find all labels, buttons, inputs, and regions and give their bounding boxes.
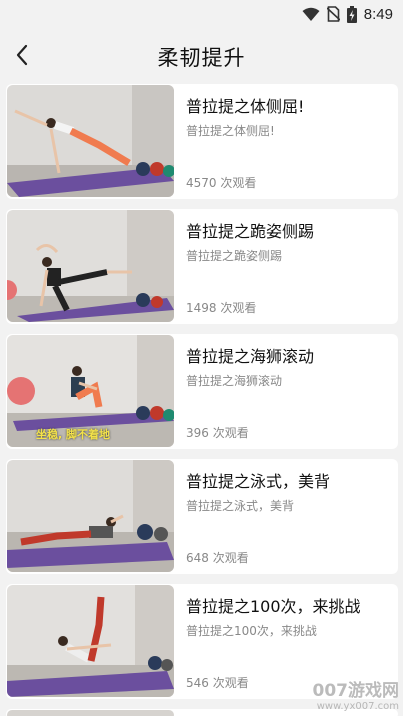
video-card[interactable]: 普拉提之跪姿侧踢 普拉提之跪姿侧踢 1498 次观看 [6, 209, 398, 324]
video-card[interactable]: 坐稳, 脚不着地 普拉提之海狮滚动 普拉提之海狮滚动 396 次观看 [6, 334, 398, 449]
video-title[interactable]: 普拉提之海狮滚动 [186, 343, 314, 367]
battery-charging-icon [346, 5, 357, 23]
video-subtitle: 普拉提之海狮滚动 [186, 374, 283, 388]
video-view-count: 648 次观看 [186, 551, 249, 565]
video-title[interactable]: 普拉提之泳式，美背 [186, 468, 330, 492]
status-icons: 8:49 [302, 5, 393, 23]
app-bar: 柔韧提升 [0, 28, 403, 82]
video-view-count: 4570 次观看 [186, 176, 257, 190]
video-view-count: 546 次观看 [186, 676, 249, 690]
video-subtitle: 普拉提之跪姿侧踢 [186, 249, 283, 263]
status-time: 8:49 [363, 5, 393, 23]
thumbnail-caption: 坐稳, 脚不着地 [36, 428, 111, 441]
no-sim-icon [326, 6, 340, 22]
video-subtitle: 普拉提之100次，来挑战 [186, 624, 317, 638]
status-bar: 8:49 [0, 0, 403, 28]
video-card[interactable]: 普拉提之泳式，美背 普拉提之泳式，美背 648 次观看 [6, 459, 398, 574]
video-title[interactable]: 普拉提之体侧屈! [186, 93, 304, 117]
video-thumbnail[interactable] [7, 710, 174, 716]
video-subtitle: 普拉提之泳式，美背 [186, 499, 295, 513]
video-card[interactable]: 普拉提之100次，来挑战 普拉提之100次，来挑战 546 次观看 [6, 584, 398, 699]
video-view-count: 1498 次观看 [186, 301, 257, 315]
video-view-count: 396 次观看 [186, 426, 249, 440]
video-subtitle: 普拉提之体侧屈! [186, 124, 275, 138]
video-title[interactable]: 普拉提之100次，来挑战 [186, 593, 361, 617]
wifi-icon [302, 7, 320, 21]
video-title[interactable]: 普拉提之跪姿侧踢 [186, 218, 314, 242]
video-thumbnail[interactable] [7, 85, 174, 197]
video-card[interactable] [6, 709, 398, 716]
video-thumbnail[interactable] [7, 460, 174, 572]
page-title: 柔韧提升 [157, 46, 246, 70]
video-thumbnail[interactable] [7, 210, 174, 322]
video-thumbnail[interactable] [7, 585, 174, 697]
video-card[interactable]: 普拉提之体侧屈! 普拉提之体侧屈! 4570 次观看 [6, 84, 398, 199]
